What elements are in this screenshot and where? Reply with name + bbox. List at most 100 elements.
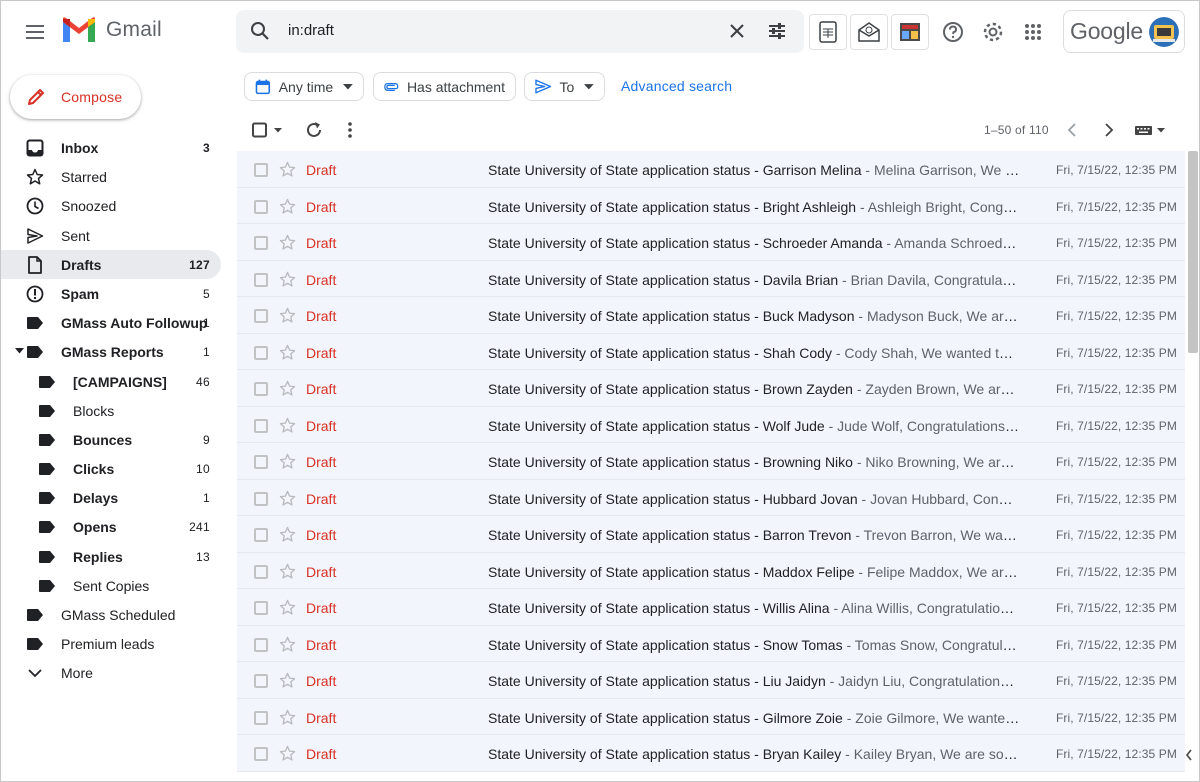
star-icon[interactable]: [279, 234, 296, 251]
main-menu-button[interactable]: [15, 12, 55, 52]
compose-button[interactable]: Compose: [10, 75, 141, 119]
sidebar-item-snoozed[interactable]: Snoozed: [1, 191, 221, 220]
star-icon[interactable]: [279, 453, 296, 470]
star-icon[interactable]: [279, 709, 296, 726]
star-icon[interactable]: [279, 672, 296, 689]
settings-button[interactable]: [974, 13, 1012, 51]
email-row[interactable]: Draft State University of State applicati…: [237, 224, 1185, 261]
sidebar-item-replies[interactable]: Replies 13: [1, 542, 221, 571]
sidebar-item-sent[interactable]: Sent: [1, 221, 221, 250]
star-icon[interactable]: [279, 526, 296, 543]
collapse-caret-icon[interactable]: [15, 348, 24, 354]
sidebar-item-premium-leads[interactable]: Premium leads: [1, 629, 221, 658]
sheet-extension-button[interactable]: [809, 14, 847, 50]
sidebar-item-delays[interactable]: Delays 1: [1, 483, 221, 512]
clear-search-icon[interactable]: [727, 21, 747, 41]
account-switcher[interactable]: Google: [1063, 10, 1185, 53]
email-row[interactable]: Draft State University of State applicati…: [237, 698, 1185, 735]
sidebar-item-clicks[interactable]: Clicks 10: [1, 454, 221, 483]
star-icon[interactable]: [279, 636, 296, 653]
sidebar-item-gmass-reports[interactable]: GMass Reports 1: [1, 337, 221, 366]
to-filter[interactable]: To: [524, 72, 605, 101]
sidebar-item-sent-copies[interactable]: Sent Copies: [1, 571, 221, 600]
sidebar-item-opens[interactable]: Opens 241: [1, 512, 221, 541]
any-time-filter[interactable]: Any time: [244, 72, 364, 101]
row-checkbox[interactable]: [254, 163, 268, 177]
star-icon[interactable]: [279, 198, 296, 215]
email-row[interactable]: Draft State University of State applicati…: [237, 151, 1185, 188]
email-row[interactable]: Draft State University of State applicati…: [237, 333, 1185, 370]
search-bar[interactable]: in:draft: [236, 10, 804, 53]
row-checkbox[interactable]: [254, 637, 268, 652]
email-row[interactable]: Draft State University of State applicati…: [237, 479, 1185, 516]
apps-button[interactable]: [1014, 13, 1052, 51]
email-row[interactable]: Draft State University of State applicati…: [237, 406, 1185, 443]
row-checkbox[interactable]: [254, 382, 268, 396]
sidebar-item-bounces[interactable]: Bounces 9: [1, 425, 221, 454]
sidebar-item-gmass-auto-followup[interactable]: GMass Auto Followup 1: [1, 308, 221, 337]
star-icon[interactable]: [279, 490, 296, 507]
row-checkbox[interactable]: [254, 747, 268, 761]
star-icon[interactable]: [279, 417, 296, 434]
avatar[interactable]: [1148, 16, 1179, 47]
star-icon[interactable]: [279, 380, 296, 397]
star-icon[interactable]: [279, 599, 296, 616]
sidebar-item-more[interactable]: More: [1, 658, 221, 687]
star-icon[interactable]: [279, 307, 296, 324]
star-icon[interactable]: [279, 563, 296, 580]
star-icon[interactable]: [279, 344, 296, 361]
sidebar-item-starred[interactable]: Starred: [1, 162, 221, 191]
star-icon[interactable]: [279, 271, 296, 288]
email-row[interactable]: Draft State University of State applicati…: [237, 552, 1185, 589]
pagination-range[interactable]: 1–50 of 110: [984, 123, 1049, 137]
side-panel-toggle[interactable]: [1177, 741, 1199, 769]
row-checkbox[interactable]: [254, 564, 268, 579]
email-row[interactable]: Draft State University of State applicati…: [237, 735, 1185, 772]
sidebar-item-drafts[interactable]: Drafts 127: [1, 249, 221, 279]
star-icon[interactable]: [279, 161, 296, 178]
email-row[interactable]: Draft State University of State applicati…: [237, 589, 1185, 626]
row-checkbox[interactable]: [254, 601, 268, 615]
select-all-checkbox[interactable]: [251, 117, 285, 143]
search-icon[interactable]: [250, 21, 270, 41]
more-actions-button[interactable]: [345, 117, 355, 143]
email-row[interactable]: Draft State University of State applicati…: [237, 260, 1185, 297]
dashboard-extension-button[interactable]: [891, 14, 929, 50]
sidebar-item-spam[interactable]: Spam 5: [1, 279, 221, 308]
support-button[interactable]: [934, 13, 972, 51]
row-checkbox[interactable]: [254, 710, 268, 725]
search-options-icon[interactable]: [767, 21, 787, 41]
scrollbar-thumb[interactable]: [1188, 151, 1198, 353]
newer-page-button[interactable]: [1065, 117, 1079, 143]
row-checkbox[interactable]: [254, 491, 268, 506]
row-checkbox[interactable]: [254, 674, 268, 688]
row-checkbox[interactable]: [254, 309, 268, 323]
older-page-button[interactable]: [1102, 117, 1116, 143]
sidebar-item-blocks[interactable]: Blocks: [1, 396, 221, 425]
email-row[interactable]: Draft State University of State applicati…: [237, 443, 1185, 480]
gmail-logo[interactable]: Gmail: [61, 16, 162, 44]
input-tools-button[interactable]: [1134, 117, 1168, 143]
row-checkbox[interactable]: [254, 418, 268, 433]
refresh-button[interactable]: [305, 117, 323, 143]
row-checkbox[interactable]: [254, 455, 268, 469]
row-checkbox[interactable]: [254, 199, 268, 214]
email-row[interactable]: Draft State University of State applicati…: [237, 516, 1185, 553]
star-icon[interactable]: [279, 745, 296, 762]
search-input[interactable]: in:draft: [288, 22, 334, 39]
email-row[interactable]: Draft State University of State applicati…: [237, 187, 1185, 224]
row-checkbox[interactable]: [254, 272, 268, 287]
row-checkbox[interactable]: [254, 236, 268, 250]
email-row[interactable]: Draft State University of State applicati…: [237, 370, 1185, 407]
email-row[interactable]: Draft State University of State applicati…: [237, 625, 1185, 662]
email-row[interactable]: Draft State University of State applicati…: [237, 662, 1185, 699]
sidebar-item-campaigns[interactable]: [CAMPAIGNS] 46: [1, 367, 221, 396]
sidebar-item-gmass-scheduled[interactable]: GMass Scheduled: [1, 600, 221, 629]
has-attachment-filter[interactable]: Has attachment: [373, 72, 516, 101]
row-checkbox[interactable]: [254, 528, 268, 542]
email-row[interactable]: Draft State University of State applicati…: [237, 297, 1185, 334]
sidebar-item-inbox[interactable]: Inbox 3: [1, 133, 221, 162]
mail-extension-button[interactable]: [850, 14, 888, 50]
advanced-search-link[interactable]: Advanced search: [621, 78, 732, 94]
row-checkbox[interactable]: [254, 345, 268, 360]
